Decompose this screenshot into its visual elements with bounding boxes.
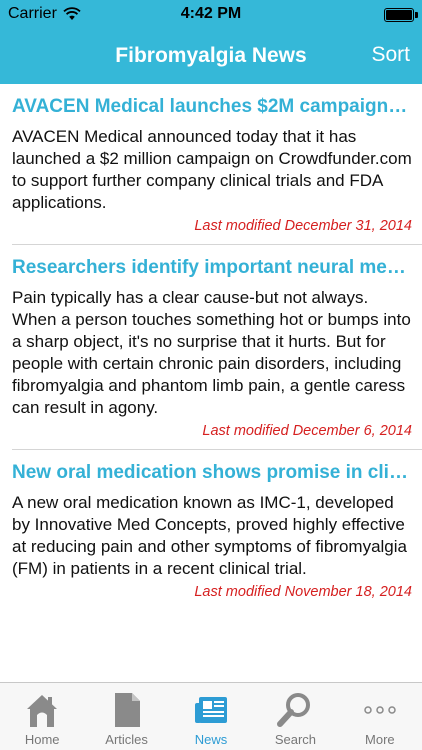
news-summary: AVACEN Medical announced today that it h…: [12, 127, 412, 212]
news-headline[interactable]: Researchers identify important neural me…: [12, 257, 412, 279]
news-feed[interactable]: AVACEN Medical launches $2M campaign on …: [0, 84, 422, 682]
tab-search[interactable]: Search: [253, 683, 337, 750]
tab-label: Articles: [105, 732, 148, 747]
magnifier-icon: [275, 690, 315, 730]
tab-home[interactable]: Home: [0, 683, 84, 750]
battery-icon: [384, 8, 418, 22]
navigation-bar: Fibromyalgia News Sort: [0, 30, 422, 84]
newspaper-icon: [191, 690, 231, 730]
page-title: Fibromyalgia News: [115, 44, 307, 67]
tab-label: More: [365, 732, 395, 747]
last-modified-date: Last modified December 31, 2014: [194, 218, 412, 234]
last-modified-date: Last modified November 18, 2014: [194, 584, 412, 600]
home-icon: [22, 690, 62, 730]
tab-label: Home: [24, 732, 60, 747]
sort-button[interactable]: Sort: [371, 43, 410, 67]
status-time: 4:42 PM: [180, 5, 242, 22]
tab-bar: Home Articles News Search More: [0, 682, 422, 750]
news-item[interactable]: Researchers identify important neural me…: [12, 244, 422, 449]
status-bar: Carrier 4:42 PM: [0, 0, 422, 30]
document-icon: [107, 690, 147, 730]
tab-news[interactable]: News: [169, 683, 253, 750]
more-dots-icon: [360, 690, 400, 730]
news-item[interactable]: AVACEN Medical launches $2M campaign on …: [0, 84, 422, 244]
news-summary: Pain typically has a clear cause-but not…: [12, 288, 411, 417]
news-headline[interactable]: AVACEN Medical launches $2M campaign on …: [12, 96, 412, 118]
tab-articles[interactable]: Articles: [84, 683, 168, 750]
news-item[interactable]: New oral medication shows promise in cli…: [12, 449, 422, 610]
tab-label: News: [194, 732, 228, 747]
tab-label: Search: [274, 732, 317, 747]
last-modified-date: Last modified December 6, 2014: [202, 423, 412, 439]
news-headline[interactable]: New oral medication shows promise in cli…: [12, 462, 412, 484]
news-summary: A new oral medication known as IMC-1, de…: [12, 493, 407, 578]
tab-more[interactable]: More: [338, 683, 422, 750]
